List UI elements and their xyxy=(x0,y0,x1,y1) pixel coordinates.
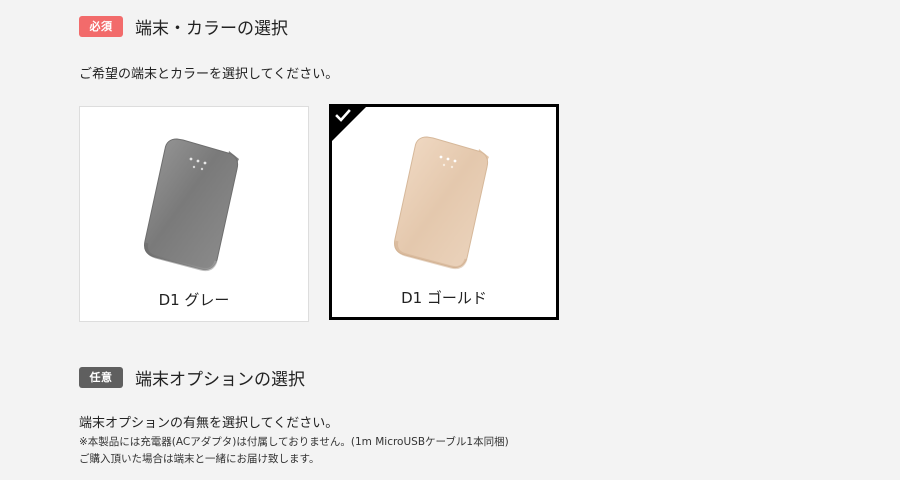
device-color-section: 必須 端末・カラーの選択 xyxy=(79,14,288,39)
required-badge: 必須 xyxy=(79,15,123,37)
section-heading: 任意 端末オプションの選択 xyxy=(79,365,305,390)
section-heading: 必須 端末・カラーの選択 xyxy=(79,14,288,39)
section-instruction: ご希望の端末とカラーを選択してください。 xyxy=(79,67,339,82)
device-gold-image xyxy=(394,136,489,270)
device-option-section: 任意 端末オプションの選択 xyxy=(79,365,305,390)
charger-note: ※本製品には充電器(ACアダプタ)は付属しておりません。(1m MicroUSB… xyxy=(79,436,509,448)
device-card-list: D1 グレー D1 ゴールド xyxy=(79,104,559,322)
section-instruction: 端末オプションの有無を選択してください。 xyxy=(79,416,339,431)
device-card-gold[interactable]: D1 ゴールド xyxy=(329,104,559,320)
delivery-note: ご購入頂いた場合は端末と一緒にお届け致します。 xyxy=(79,453,320,465)
device-name: D1 グレー xyxy=(158,291,230,309)
device-gray-image xyxy=(144,138,239,272)
section-title: 端末・カラーの選択 xyxy=(135,18,288,39)
device-card-gray[interactable]: D1 グレー xyxy=(79,106,309,322)
checkmark-icon xyxy=(335,109,351,122)
section-title: 端末オプションの選択 xyxy=(135,369,305,390)
optional-badge: 任意 xyxy=(79,366,123,388)
device-name: D1 ゴールド xyxy=(401,289,487,307)
